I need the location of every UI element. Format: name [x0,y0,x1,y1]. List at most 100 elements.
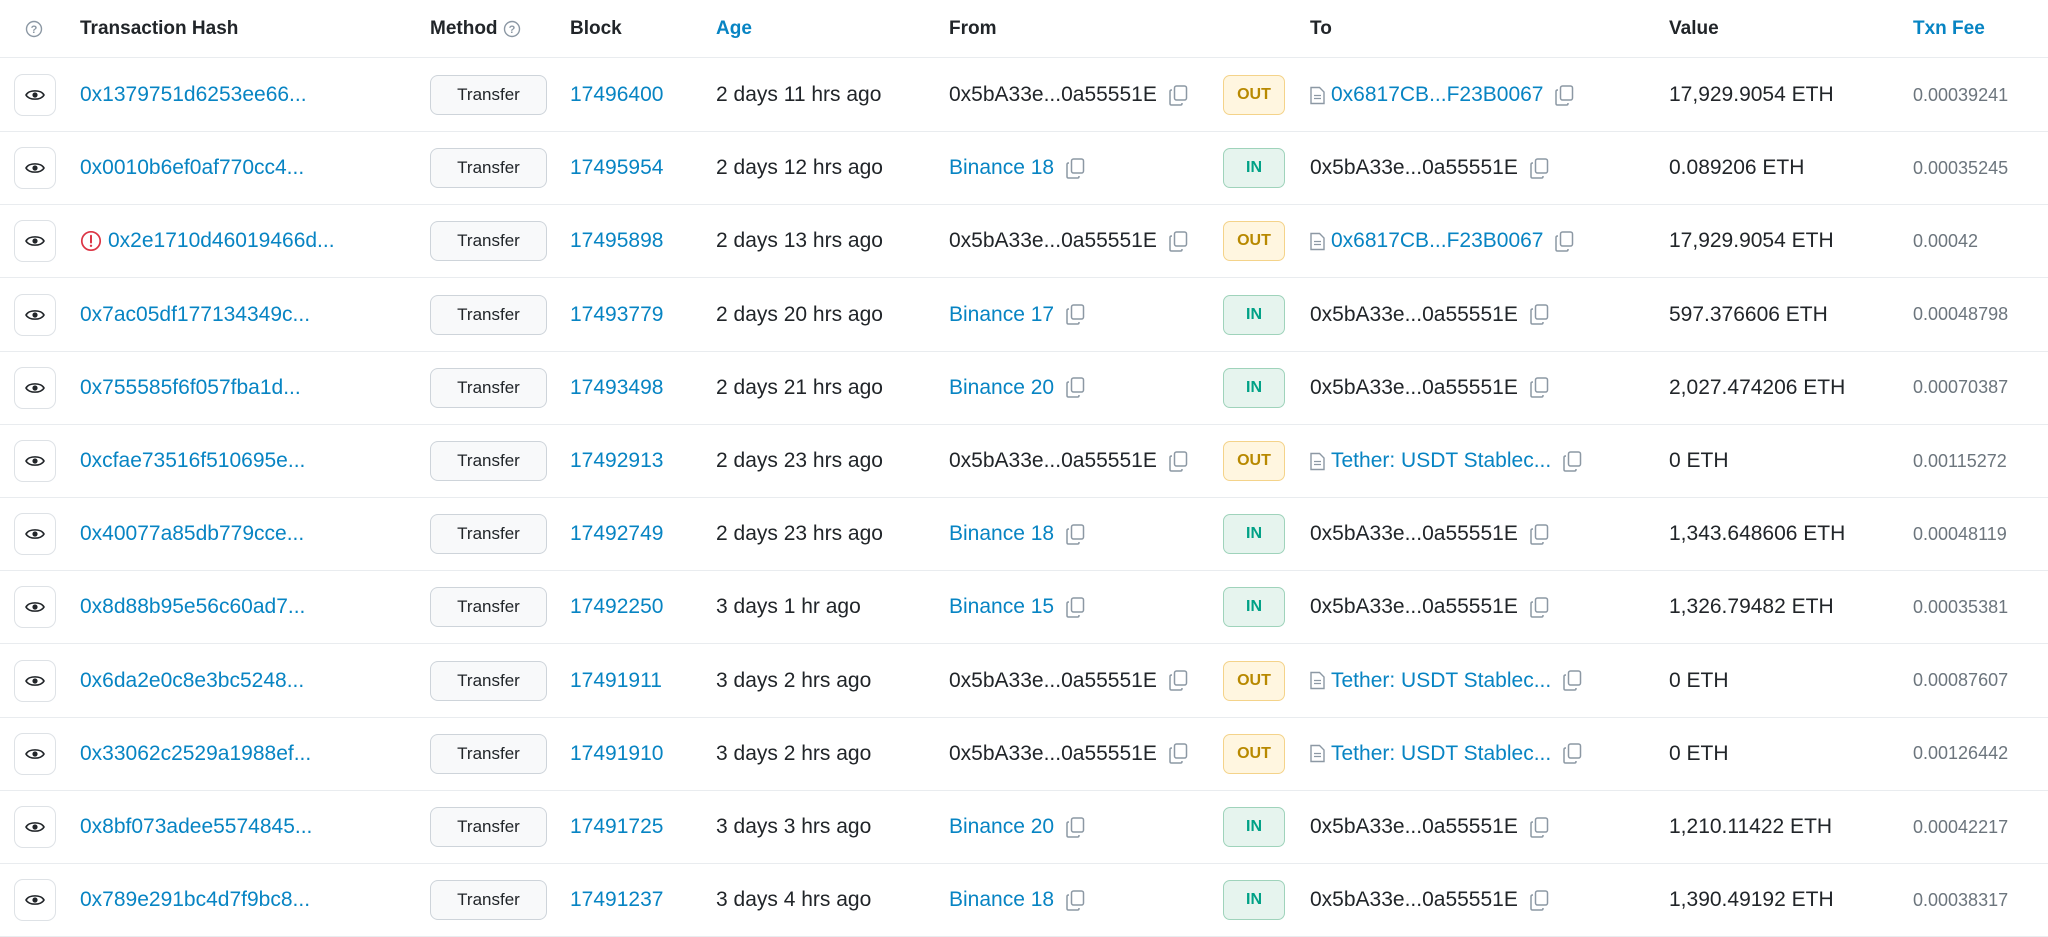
copy-icon[interactable] [1530,304,1549,325]
from-address[interactable]: Binance 20 [949,376,1054,400]
preview-button[interactable] [14,732,56,775]
method-cell: Transfer [430,132,547,204]
col-block: Block [570,17,622,39]
copy-icon[interactable] [1530,816,1549,838]
transaction-hash-link[interactable]: 0x2e1710d46019466d... [108,229,335,253]
transaction-hash-link[interactable]: 0x8bf073adee5574845... [80,815,312,839]
fee-cell: 0.00070387 [1913,352,2008,424]
block-link[interactable]: 17491237 [570,888,663,912]
method-badge[interactable]: Transfer [430,514,547,555]
transaction-hash-link[interactable]: 0xcfae73516f510695e... [80,449,305,473]
copy-icon[interactable] [1563,450,1582,472]
preview-cell [14,279,56,351]
preview-button[interactable] [14,586,56,629]
to-address[interactable]: Tether: USDT Stablec... [1331,449,1551,473]
direction-badge: OUT [1223,441,1285,481]
preview-button[interactable] [14,440,56,482]
age-text: 2 days 12 hrs ago [716,156,883,180]
preview-button[interactable] [14,879,56,922]
block-link[interactable]: 17493779 [570,303,663,327]
preview-button[interactable] [14,293,56,336]
copy-icon[interactable] [1555,84,1574,106]
to-address[interactable]: 0x6817CB...F23B0067 [1331,83,1543,107]
copy-icon[interactable] [1066,304,1085,325]
table-row: 0x33062c2529a1988ef... Transfer 17491910 3 … [0,718,2048,791]
method-badge[interactable]: Transfer [430,807,547,847]
from-cell: Binance 20 [949,352,1085,424]
preview-button[interactable] [14,806,56,848]
preview-button[interactable] [14,220,56,263]
copy-icon[interactable] [1169,84,1188,106]
from-address[interactable]: Binance 15 [949,595,1054,619]
transaction-hash-link[interactable]: 0x0010b6ef0af770cc4... [80,156,304,180]
copy-icon[interactable] [1066,816,1085,838]
copy-icon[interactable] [1563,670,1582,691]
preview-button[interactable] [14,659,56,702]
block-link[interactable]: 17492913 [570,449,663,473]
col-age[interactable]: Age [716,0,752,57]
copy-icon[interactable] [1555,231,1574,252]
copy-icon[interactable] [1169,670,1188,691]
preview-button[interactable] [14,147,56,190]
block-link[interactable]: 17492749 [570,522,663,546]
block-link[interactable]: 17496400 [570,83,663,107]
method-badge[interactable]: Transfer [430,587,547,628]
method-badge[interactable]: Transfer [430,441,547,481]
block-link[interactable]: 17493498 [570,376,663,400]
from-address[interactable]: Binance 20 [949,815,1054,839]
age-text: 3 days 4 hrs ago [716,888,872,912]
block-link[interactable]: 17491910 [570,742,663,766]
col-txn-fee[interactable]: Txn Fee [1913,0,1985,57]
copy-icon[interactable] [1066,523,1085,545]
method-badge[interactable]: Transfer [430,880,547,921]
value-text: 17,929.9054 ETH [1669,83,1834,106]
method-info-icon[interactable]: ? [503,20,521,38]
preview-button[interactable] [14,74,56,116]
copy-icon[interactable] [1066,157,1085,179]
copy-icon[interactable] [1066,597,1085,618]
method-badge[interactable]: Transfer [430,75,547,115]
method-badge[interactable]: Transfer [430,148,547,189]
block-link[interactable]: 17495898 [570,229,663,253]
copy-icon[interactable] [1169,450,1188,472]
to-address[interactable]: Tether: USDT Stablec... [1331,742,1551,766]
transaction-hash-link[interactable]: 0x8d88b95e56c60ad7... [80,595,305,619]
copy-icon[interactable] [1169,231,1188,252]
method-badge[interactable]: Transfer [430,660,547,701]
method-badge[interactable]: Transfer [430,294,547,335]
from-address[interactable]: Binance 18 [949,522,1054,546]
block-link[interactable]: 17491911 [570,669,662,693]
question-circle-icon[interactable]: ? [25,0,43,57]
preview-button[interactable] [14,366,56,409]
copy-icon[interactable] [1530,157,1549,179]
copy-icon[interactable] [1563,743,1582,765]
copy-icon[interactable] [1066,889,1085,911]
transaction-hash-link[interactable]: 0x789e291bc4d7f9bc8... [80,888,310,912]
copy-icon[interactable] [1530,523,1549,545]
transaction-hash-link[interactable]: 0x40077a85db779cce... [80,522,304,546]
from-address[interactable]: Binance 18 [949,888,1054,912]
block-link[interactable]: 17492250 [570,595,663,619]
copy-icon[interactable] [1530,377,1549,399]
to-address[interactable]: Tether: USDT Stablec... [1331,669,1551,693]
method-badge[interactable]: Transfer [430,221,547,262]
block-link[interactable]: 17491725 [570,815,663,839]
method-badge[interactable]: Transfer [430,367,547,408]
transaction-hash-link[interactable]: 0x1379751d6253ee66... [80,83,307,107]
copy-icon[interactable] [1530,889,1549,911]
copy-icon[interactable] [1530,597,1549,618]
copy-icon[interactable] [1066,377,1085,399]
transaction-hash-link[interactable]: 0x33062c2529a1988ef... [80,742,311,766]
from-address[interactable]: Binance 18 [949,156,1054,180]
to-address[interactable]: 0x6817CB...F23B0067 [1331,229,1543,253]
method-badge[interactable]: Transfer [430,733,547,774]
copy-icon[interactable] [1169,743,1188,765]
block-link[interactable]: 17495954 [570,156,663,180]
transaction-hash-link[interactable]: 0x6da2e0c8e3bc5248... [80,669,304,693]
preview-cell [14,498,56,570]
from-address[interactable]: Binance 17 [949,303,1054,327]
preview-button[interactable] [14,513,56,556]
transaction-hash-link[interactable]: 0x755585f6f057fba1d... [80,376,301,400]
direction-cell: OUT [1223,205,1285,277]
transaction-hash-link[interactable]: 0x7ac05df177134349c... [80,303,310,327]
